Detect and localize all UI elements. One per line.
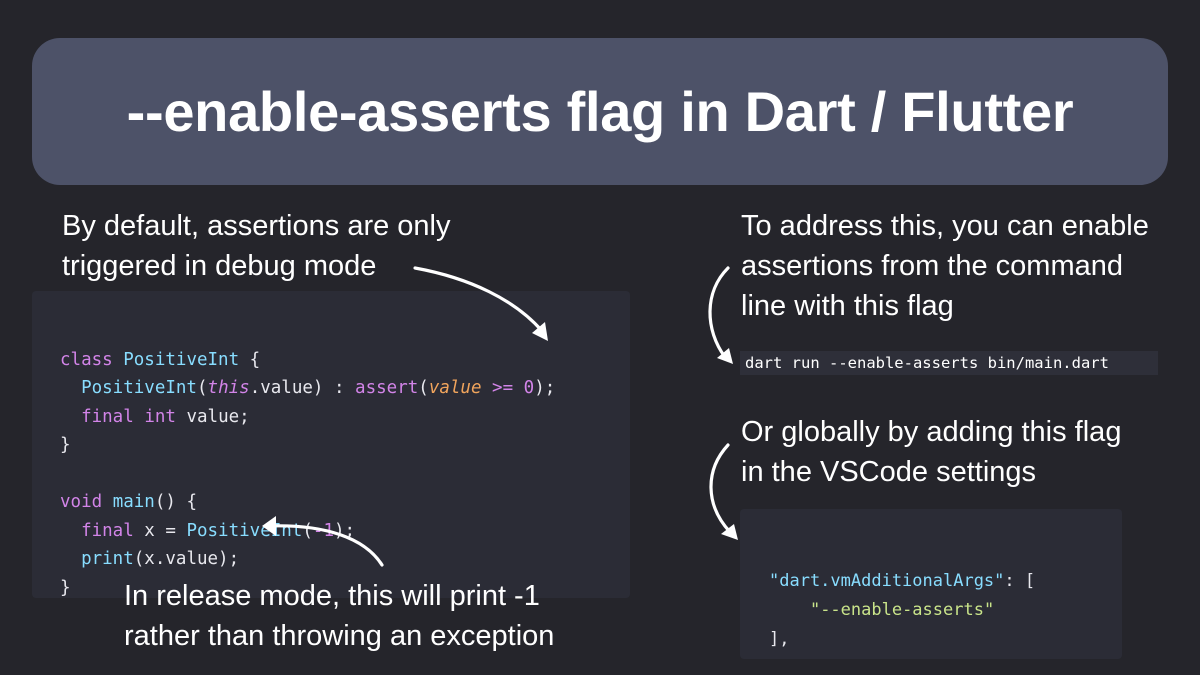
arrow-to-print — [266, 524, 384, 567]
arrow-to-command — [708, 266, 730, 359]
arrow-to-settings — [709, 443, 732, 534]
arrow-to-assert — [413, 266, 544, 333]
annotation-arrows — [262, 266, 738, 567]
arrow-head-icon — [262, 516, 276, 536]
